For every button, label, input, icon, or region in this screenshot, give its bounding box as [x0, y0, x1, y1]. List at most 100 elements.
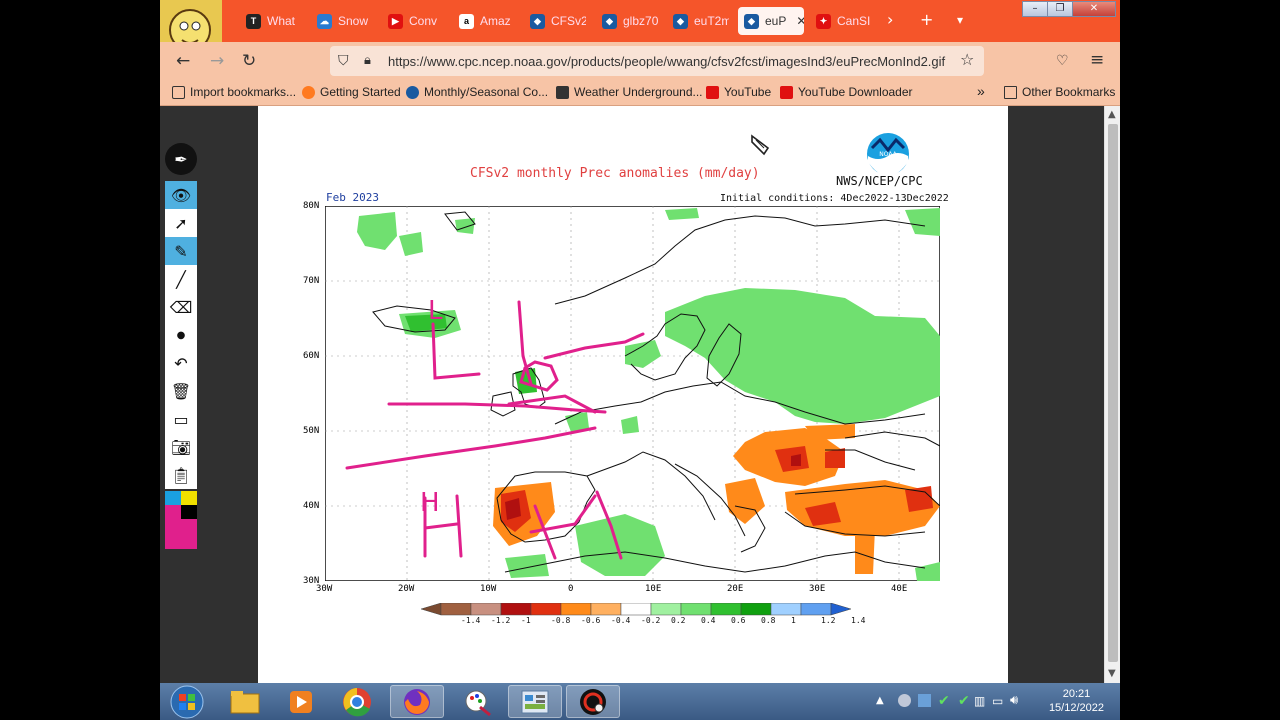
scroll-tabs-right-icon[interactable]: ›: [887, 11, 893, 29]
current-color: [165, 519, 197, 549]
menu-icon[interactable]: ≡: [1090, 51, 1104, 69]
screen-recorder-icon[interactable]: [566, 685, 620, 718]
legend-tick-label: -0.6: [581, 616, 601, 625]
eraser-icon[interactable]: ⌫: [165, 293, 197, 321]
tab-amazon[interactable]: a Amaz: [453, 7, 515, 35]
bookmark-youtube[interactable]: YouTube: [706, 85, 771, 99]
scroll-up-icon[interactable]: ▲: [1108, 109, 1116, 120]
firefox-taskbar-icon[interactable]: [390, 685, 444, 718]
bookmark-import[interactable]: Import bookmarks...: [172, 85, 296, 99]
tab-eup-active[interactable]: ◆ euP ✕: [738, 7, 804, 35]
pocket-icon[interactable]: ♡: [1056, 52, 1069, 70]
clipboard-icon[interactable]: 📋︎: [165, 461, 197, 489]
dot-size-icon[interactable]: ●: [165, 321, 197, 349]
annotation-cursor-icon: [751, 134, 770, 156]
legend-tick-label: -1.2: [491, 616, 511, 625]
cursor-icon[interactable]: ➚: [165, 209, 197, 237]
scroll-down-icon[interactable]: ▼: [1108, 668, 1116, 679]
bookmark-weather-underground[interactable]: Weather Underground...: [556, 85, 703, 99]
legend-color-bin: [530, 603, 562, 616]
tray-cloud-icon[interactable]: [898, 694, 911, 707]
color-swatch-yellow[interactable]: [181, 491, 197, 505]
tab-cfsv2[interactable]: ◆ CFSv2: [524, 7, 586, 35]
control-panel-icon[interactable]: [508, 685, 562, 718]
forward-icon[interactable]: →: [210, 52, 224, 70]
explorer-icon[interactable]: [218, 685, 272, 718]
tray-check-icon[interactable]: ✔: [938, 693, 950, 709]
camera-icon[interactable]: 📷︎: [165, 433, 197, 461]
tab-glbz700[interactable]: ◆ glbz700: [596, 7, 658, 35]
content-area: NOAA CFSv2 monthly Prec anomalies (mm/da…: [160, 106, 1104, 683]
list-tabs-icon[interactable]: ▾: [957, 11, 963, 29]
tray-display-icon[interactable]: ▭: [992, 694, 1003, 708]
start-button[interactable]: [162, 685, 212, 718]
color-swatch-cyan[interactable]: [165, 491, 181, 505]
back-icon[interactable]: ←: [176, 52, 190, 70]
legend-tick-label: 0.2: [671, 616, 686, 625]
screen: T What ☁ Snow ▶ Conv a Amaz ◆ CFSv2 ◆ gl…: [160, 0, 1120, 720]
pencil-icon[interactable]: ╱: [165, 265, 197, 293]
bookmark-monthly-seasonal[interactable]: Monthly/Seasonal Co...: [406, 85, 548, 99]
color-swatch-black[interactable]: [181, 505, 197, 519]
bookmarks-bar: Import bookmarks... Getting Started Mont…: [160, 80, 1120, 106]
undo-icon[interactable]: ↶: [165, 349, 197, 377]
lat-label: 60N: [303, 351, 320, 361]
volume-icon[interactable]: 🔊︎: [1010, 693, 1018, 708]
noaa-logo: NOAA: [867, 133, 909, 176]
system-clock[interactable]: 20:21 15/12/2022: [1049, 687, 1104, 715]
maximize-button[interactable]: ❐: [1047, 1, 1073, 17]
bookmark-star-icon[interactable]: ☆: [960, 51, 974, 69]
legend-labels: -1.4 -1.2 -1 -0.8 -0.6 -0.4 -0.2 0.2 0.4 0.6 0.8 1 1…: [421, 616, 865, 630]
legend-color-bin: [440, 603, 472, 616]
highlighter-icon[interactable]: ✎: [165, 237, 197, 265]
address-bar[interactable]: ⛉ 🔒︎ https://www.cpc.ncep.noaa.gov/produ…: [330, 46, 984, 76]
vertical-scrollbar[interactable]: ▲ ▼: [1104, 106, 1120, 683]
scrollbar-thumb[interactable]: [1108, 124, 1118, 662]
legend-color-bin: [710, 603, 742, 616]
close-window-button[interactable]: ✕: [1072, 1, 1116, 17]
reload-icon[interactable]: ↻: [242, 52, 256, 70]
annotation-toolbar: ✒ 👁︎ ➚ ✎ ╱ ⌫ ● ↶ 🗑︎ ▭ 📷︎ 📋︎: [165, 143, 197, 549]
pen-tool-icon[interactable]: ✒: [165, 143, 197, 175]
eye-icon[interactable]: 👁︎: [165, 181, 197, 209]
trash-icon[interactable]: 🗑︎: [165, 377, 197, 405]
tray-security-icon[interactable]: ✔: [958, 693, 970, 709]
bookmark-youtube-downloader[interactable]: YouTube Downloader: [780, 85, 913, 99]
bookmark-getting-started[interactable]: Getting Started: [302, 85, 401, 99]
legend-tick-label: -0.4: [611, 616, 631, 625]
tray-network-icon[interactable]: ▥: [974, 694, 985, 708]
chrome-icon[interactable]: [330, 685, 384, 718]
tab-cansi[interactable]: ✦ CanSI: [810, 7, 872, 35]
lon-label: 40E: [891, 584, 908, 594]
lat-label: 40N: [303, 501, 320, 511]
high-pressure-annotation: H: [420, 488, 440, 518]
more-bookmarks-icon[interactable]: »: [977, 83, 985, 99]
tab-snow[interactable]: ☁ Snow: [311, 7, 373, 35]
tab-eut2m[interactable]: ◆ euT2m: [667, 7, 729, 35]
folder-icon: [1004, 85, 1017, 99]
noaa-icon: ◆: [673, 13, 688, 29]
tab-conv[interactable]: ▶ Conv: [382, 7, 444, 35]
clock-date: 15/12/2022: [1048, 702, 1104, 714]
legend-tick-label: -0.2: [641, 616, 661, 625]
paint-icon[interactable]: [450, 685, 504, 718]
top-icon: T: [246, 13, 261, 29]
minimize-button[interactable]: –: [1022, 1, 1048, 17]
color-palette[interactable]: [165, 491, 197, 549]
tray-app-icon[interactable]: [918, 694, 931, 707]
youtube-icon: [706, 85, 719, 99]
legend-tick-label: 1.4: [851, 616, 866, 625]
legend-tick-label: 0.6: [731, 616, 746, 625]
whiteboard-icon[interactable]: ▭: [165, 405, 197, 433]
new-tab-icon[interactable]: +: [920, 11, 933, 29]
media-player-icon[interactable]: [274, 685, 328, 718]
show-hidden-icons-icon[interactable]: ▲: [876, 695, 884, 706]
other-bookmarks[interactable]: Other Bookmarks: [1004, 85, 1115, 99]
legend-color-bin: [680, 603, 712, 616]
close-tab-icon[interactable]: ✕: [796, 14, 804, 28]
color-swatch-magenta[interactable]: [165, 505, 181, 519]
shield-icon[interactable]: ⛉: [338, 52, 349, 70]
tab-what[interactable]: T What: [240, 7, 302, 35]
url-text[interactable]: https://www.cpc.ncep.noaa.gov/products/p…: [388, 54, 945, 69]
lock-icon[interactable]: 🔒︎: [364, 52, 371, 70]
